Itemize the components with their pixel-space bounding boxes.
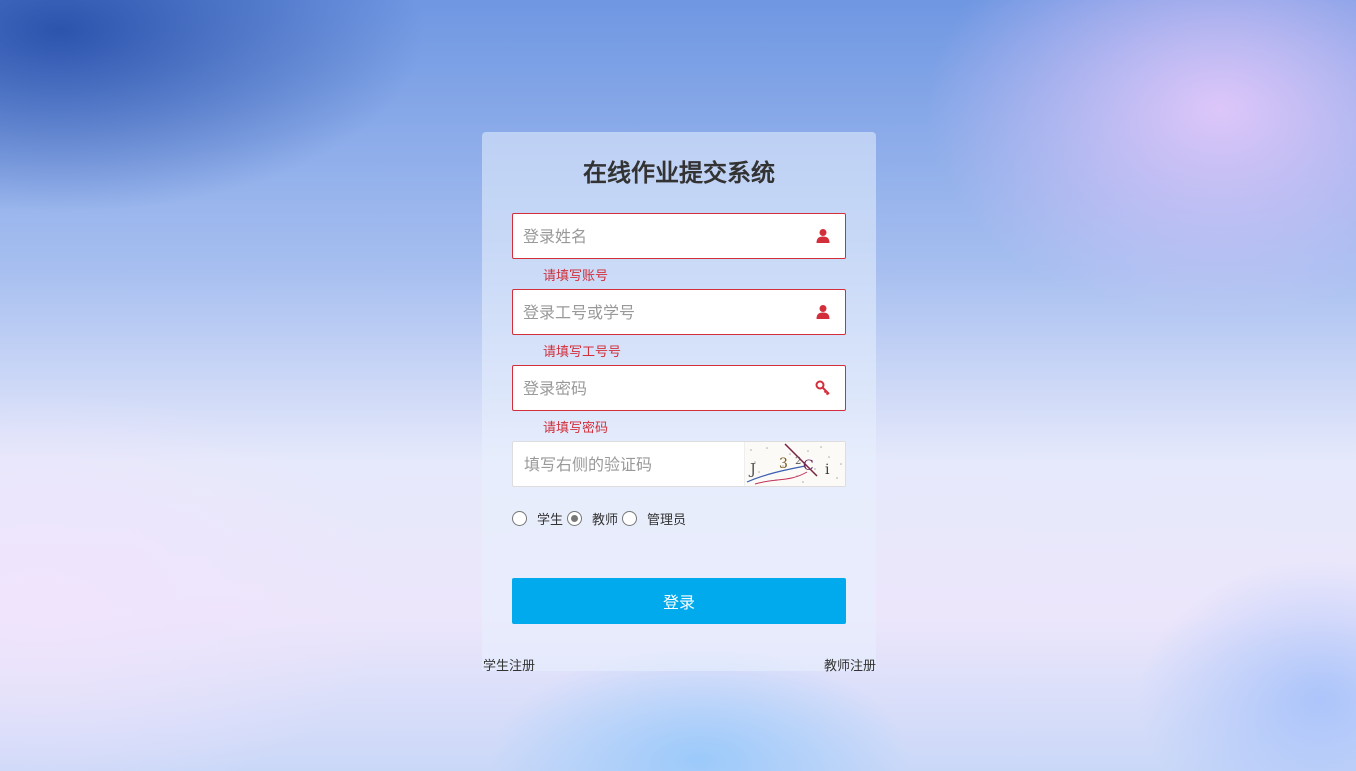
captcha-char: J: [748, 460, 756, 478]
login-button[interactable]: 登录: [512, 578, 846, 624]
login-panel: 在线作业提交系统 请填写账号 请填写工号号 请填写密码: [482, 132, 876, 674]
role-selector: 学生 教师 管理员: [512, 508, 690, 528]
user-icon: [816, 305, 830, 319]
role-label-teacher: 教师: [592, 512, 619, 528]
captcha-char: C: [803, 458, 814, 474]
role-label-student: 学生: [537, 512, 564, 528]
user-icon: [816, 229, 830, 243]
captcha-char: 2: [795, 456, 801, 467]
id-number-field[interactable]: [512, 289, 846, 335]
username-input[interactable]: [513, 214, 803, 258]
password-error: 请填写密码: [543, 421, 609, 436]
captcha-char: i: [825, 462, 830, 478]
id-number-error: 请填写工号号: [543, 345, 622, 360]
username-field[interactable]: [512, 213, 846, 259]
password-field[interactable]: [512, 365, 846, 411]
student-register-link[interactable]: 学生注册: [483, 655, 535, 674]
role-radio-student[interactable]: [512, 510, 527, 526]
id-number-input[interactable]: [513, 290, 803, 334]
username-error: 请填写账号: [543, 269, 609, 284]
password-input[interactable]: [513, 366, 803, 410]
role-label-admin: 管理员: [647, 512, 687, 528]
captcha-input[interactable]: [513, 442, 743, 486]
role-radio-admin[interactable]: [622, 510, 638, 526]
captcha-image[interactable]: J 3 2 C i: [744, 442, 845, 486]
page-title: 在线作业提交系统: [583, 159, 775, 187]
captcha-char: 3: [779, 456, 788, 472]
key-icon: [815, 380, 830, 396]
role-radio-teacher[interactable]: [567, 510, 583, 526]
teacher-register-link[interactable]: 教师注册: [824, 655, 876, 674]
captcha-field[interactable]: J 3 2 C i: [512, 441, 846, 487]
